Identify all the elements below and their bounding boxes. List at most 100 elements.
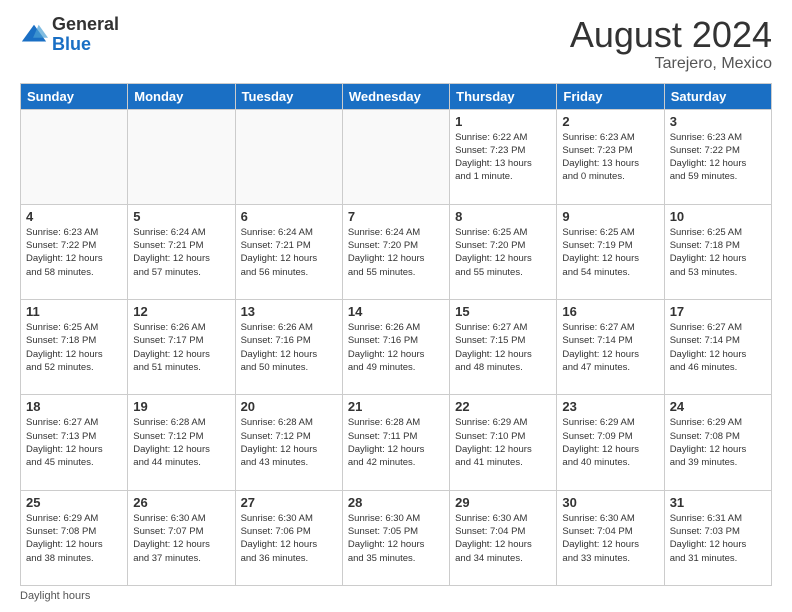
calendar-cell: 9Sunrise: 6:25 AM Sunset: 7:19 PM Daylig…	[557, 204, 664, 299]
daylight-label: Daylight hours	[20, 590, 90, 602]
calendar-cell: 31Sunrise: 6:31 AM Sunset: 7:03 PM Dayli…	[664, 490, 771, 585]
col-header-monday: Monday	[128, 83, 235, 109]
cell-day-number: 14	[348, 304, 444, 319]
col-header-thursday: Thursday	[450, 83, 557, 109]
cell-info-text: Sunrise: 6:23 AM Sunset: 7:22 PM Dayligh…	[670, 131, 766, 184]
cell-info-text: Sunrise: 6:27 AM Sunset: 7:14 PM Dayligh…	[562, 321, 658, 374]
cell-day-number: 10	[670, 209, 766, 224]
cell-info-text: Sunrise: 6:28 AM Sunset: 7:12 PM Dayligh…	[241, 416, 337, 469]
cell-info-text: Sunrise: 6:27 AM Sunset: 7:14 PM Dayligh…	[670, 321, 766, 374]
logo-general-text: General	[52, 14, 119, 34]
cell-day-number: 30	[562, 495, 658, 510]
cell-day-number: 6	[241, 209, 337, 224]
calendar-cell: 12 Sunrise: 6:26 AM Sunset: 7:17 PM Dayli…	[128, 300, 235, 395]
cell-day-number: 23	[562, 399, 658, 414]
calendar-cell: 26 Sunrise: 6:30 AM Sunset: 7:07 PM Dayli…	[128, 490, 235, 585]
calendar-cell: 22 Sunrise: 6:29 AM Sunset: 7:10 PM Dayli…	[450, 395, 557, 490]
header: General Blue August 2024 Tarejero, Mexic…	[20, 15, 772, 73]
calendar-cell: 20Sunrise: 6:28 AM Sunset: 7:12 PM Dayli…	[235, 395, 342, 490]
cell-day-number: 2	[562, 114, 658, 129]
day-header-row: SundayMondayTuesdayWednesdayThursdayFrid…	[21, 83, 772, 109]
calendar-cell: 5Sunrise: 6:24 AM Sunset: 7:21 PM Daylig…	[128, 204, 235, 299]
calendar-table: SundayMondayTuesdayWednesdayThursdayFrid…	[20, 83, 772, 586]
week-row-1: 4Sunrise: 6:23 AM Sunset: 7:22 PM Daylig…	[21, 204, 772, 299]
cell-info-text: Sunrise: 6:29 AM Sunset: 7:10 PM Dayligh…	[455, 416, 551, 469]
calendar-cell: 14 Sunrise: 6:26 AM Sunset: 7:16 PM Dayli…	[342, 300, 449, 395]
calendar-cell: 19Sunrise: 6:28 AM Sunset: 7:12 PM Dayli…	[128, 395, 235, 490]
cell-info-text: Sunrise: 6:26 AM Sunset: 7:17 PM Dayligh…	[133, 321, 229, 374]
cell-info-text: Sunrise: 6:30 AM Sunset: 7:06 PM Dayligh…	[241, 512, 337, 565]
footer-note: Daylight hours	[20, 590, 772, 602]
calendar-cell: 8 Sunrise: 6:25 AM Sunset: 7:20 PM Daylig…	[450, 204, 557, 299]
cell-day-number: 19	[133, 399, 229, 414]
cell-day-number: 28	[348, 495, 444, 510]
cell-info-text: Sunrise: 6:27 AM Sunset: 7:13 PM Dayligh…	[26, 416, 122, 469]
week-row-2: 11 Sunrise: 6:25 AM Sunset: 7:18 PM Dayli…	[21, 300, 772, 395]
cell-info-text: Sunrise: 6:30 AM Sunset: 7:04 PM Dayligh…	[455, 512, 551, 565]
cell-day-number: 22	[455, 399, 551, 414]
col-header-saturday: Saturday	[664, 83, 771, 109]
calendar-cell: 10Sunrise: 6:25 AM Sunset: 7:18 PM Dayli…	[664, 204, 771, 299]
cell-day-number: 11	[26, 304, 122, 319]
cell-info-text: Sunrise: 6:29 AM Sunset: 7:08 PM Dayligh…	[670, 416, 766, 469]
cell-day-number: 1	[455, 114, 551, 129]
col-header-friday: Friday	[557, 83, 664, 109]
calendar-cell: 30 Sunrise: 6:30 AM Sunset: 7:04 PM Dayli…	[557, 490, 664, 585]
cell-day-number: 26	[133, 495, 229, 510]
calendar-cell: 11 Sunrise: 6:25 AM Sunset: 7:18 PM Dayli…	[21, 300, 128, 395]
page: General Blue August 2024 Tarejero, Mexic…	[0, 0, 792, 612]
cell-day-number: 12	[133, 304, 229, 319]
cell-info-text: Sunrise: 6:28 AM Sunset: 7:11 PM Dayligh…	[348, 416, 444, 469]
cell-day-number: 13	[241, 304, 337, 319]
calendar-cell: 24Sunrise: 6:29 AM Sunset: 7:08 PM Dayli…	[664, 395, 771, 490]
calendar-cell: 17Sunrise: 6:27 AM Sunset: 7:14 PM Dayli…	[664, 300, 771, 395]
col-header-tuesday: Tuesday	[235, 83, 342, 109]
location-title: Tarejero, Mexico	[570, 55, 772, 73]
cell-day-number: 8	[455, 209, 551, 224]
cell-day-number: 27	[241, 495, 337, 510]
cell-day-number: 25	[26, 495, 122, 510]
title-block: August 2024 Tarejero, Mexico	[570, 15, 772, 73]
calendar-cell	[235, 109, 342, 204]
cell-info-text: Sunrise: 6:30 AM Sunset: 7:05 PM Dayligh…	[348, 512, 444, 565]
calendar-cell: 4Sunrise: 6:23 AM Sunset: 7:22 PM Daylig…	[21, 204, 128, 299]
cell-day-number: 15	[455, 304, 551, 319]
cell-info-text: Sunrise: 6:22 AM Sunset: 7:23 PM Dayligh…	[455, 131, 551, 184]
calendar-cell	[128, 109, 235, 204]
calendar-cell: 28 Sunrise: 6:30 AM Sunset: 7:05 PM Dayli…	[342, 490, 449, 585]
week-row-3: 18 Sunrise: 6:27 AM Sunset: 7:13 PM Dayli…	[21, 395, 772, 490]
cell-info-text: Sunrise: 6:30 AM Sunset: 7:04 PM Dayligh…	[562, 512, 658, 565]
cell-day-number: 18	[26, 399, 122, 414]
cell-info-text: Sunrise: 6:26 AM Sunset: 7:16 PM Dayligh…	[348, 321, 444, 374]
cell-info-text: Sunrise: 6:29 AM Sunset: 7:08 PM Dayligh…	[26, 512, 122, 565]
cell-day-number: 3	[670, 114, 766, 129]
week-row-0: 1 Sunrise: 6:22 AM Sunset: 7:23 PM Daylig…	[21, 109, 772, 204]
calendar-cell: 2 Sunrise: 6:23 AM Sunset: 7:23 PM Daylig…	[557, 109, 664, 204]
cell-day-number: 21	[348, 399, 444, 414]
col-header-wednesday: Wednesday	[342, 83, 449, 109]
cell-day-number: 16	[562, 304, 658, 319]
cell-info-text: Sunrise: 6:25 AM Sunset: 7:19 PM Dayligh…	[562, 226, 658, 279]
cell-info-text: Sunrise: 6:25 AM Sunset: 7:18 PM Dayligh…	[26, 321, 122, 374]
cell-day-number: 5	[133, 209, 229, 224]
cell-info-text: Sunrise: 6:27 AM Sunset: 7:15 PM Dayligh…	[455, 321, 551, 374]
calendar-cell: 6 Sunrise: 6:24 AM Sunset: 7:21 PM Daylig…	[235, 204, 342, 299]
calendar-cell: 23Sunrise: 6:29 AM Sunset: 7:09 PM Dayli…	[557, 395, 664, 490]
week-row-4: 25 Sunrise: 6:29 AM Sunset: 7:08 PM Dayli…	[21, 490, 772, 585]
logo-blue-text: Blue	[52, 34, 91, 54]
calendar-cell	[21, 109, 128, 204]
col-header-sunday: Sunday	[21, 83, 128, 109]
cell-info-text: Sunrise: 6:25 AM Sunset: 7:20 PM Dayligh…	[455, 226, 551, 279]
calendar-cell: 1 Sunrise: 6:22 AM Sunset: 7:23 PM Daylig…	[450, 109, 557, 204]
cell-day-number: 4	[26, 209, 122, 224]
calendar-cell	[342, 109, 449, 204]
cell-day-number: 7	[348, 209, 444, 224]
cell-info-text: Sunrise: 6:30 AM Sunset: 7:07 PM Dayligh…	[133, 512, 229, 565]
cell-info-text: Sunrise: 6:23 AM Sunset: 7:23 PM Dayligh…	[562, 131, 658, 184]
cell-day-number: 29	[455, 495, 551, 510]
calendar-cell: 13Sunrise: 6:26 AM Sunset: 7:16 PM Dayli…	[235, 300, 342, 395]
month-title: August 2024	[570, 15, 772, 55]
calendar-cell: 7Sunrise: 6:24 AM Sunset: 7:20 PM Daylig…	[342, 204, 449, 299]
calendar-cell: 29 Sunrise: 6:30 AM Sunset: 7:04 PM Dayli…	[450, 490, 557, 585]
cell-info-text: Sunrise: 6:24 AM Sunset: 7:21 PM Dayligh…	[241, 226, 337, 279]
